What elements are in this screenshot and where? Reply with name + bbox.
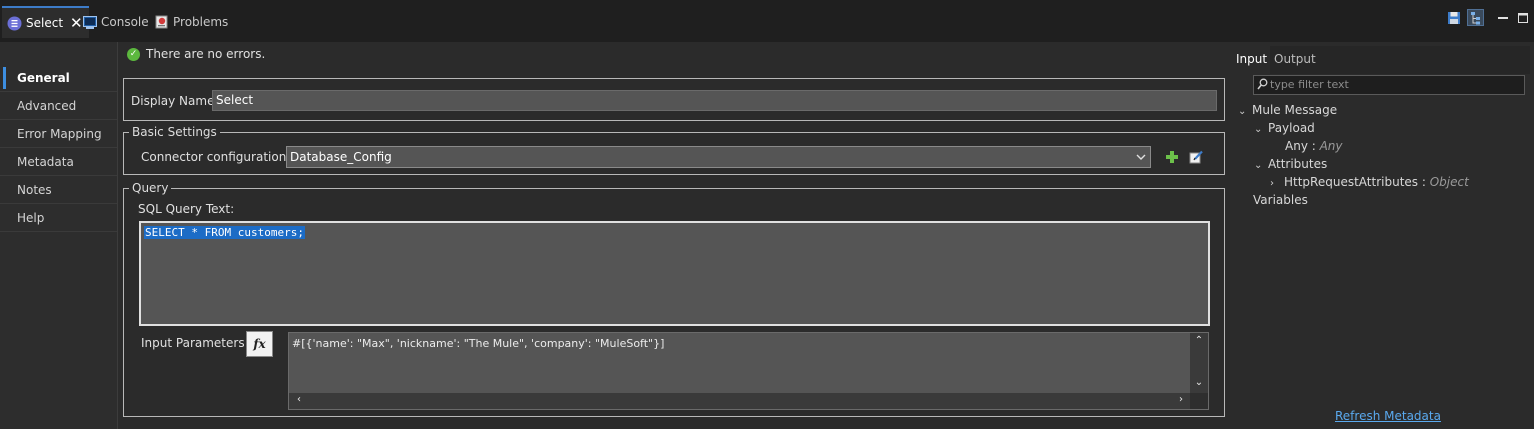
sidebar-item-error-mapping[interactable]: Error Mapping [0,120,117,148]
editor-tab-bar: Select ✕ Console Problems [0,0,1534,42]
sidebar-item-metadata[interactable]: Metadata [0,148,117,176]
tree-item-variables[interactable]: Variables [1253,193,1308,207]
tab-console[interactable]: Console [82,6,149,38]
console-icon [82,15,97,30]
sql-query-label: SQL Query Text: [138,202,235,216]
tree-item-mule-message[interactable]: ⌄ Mule Message [1238,103,1337,117]
basic-settings-title: Basic Settings [129,126,220,138]
input-parameters-label: Input Parameters: [141,336,249,350]
sidebar-item-notes[interactable]: Notes [0,176,117,204]
search-icon [1257,78,1268,93]
scroll-left-icon[interactable]: ‹ [291,394,307,405]
fx-icon: fx [253,337,266,351]
minimize-icon[interactable] [1494,9,1511,26]
save-icon[interactable] [1445,9,1462,26]
query-title: Query [129,182,172,194]
tree-item-http-request-attributes[interactable]: › HttpRequestAttributes : Object [1270,175,1469,189]
chevron-down-icon[interactable]: ⌄ [1238,106,1252,117]
display-name-label: Display Name: [131,94,219,108]
chevron-right-icon[interactable]: › [1270,178,1284,189]
close-icon[interactable]: ✕ [70,14,83,32]
tree-item-attributes[interactable]: ⌄ Attributes [1254,157,1327,171]
vertical-scrollbar[interactable]: ⌃ ⌄ [1190,333,1208,394]
problems-icon [154,15,169,30]
maximize-icon[interactable] [1514,9,1531,26]
sidebar-nav: General Advanced Error Mapping Metadata … [0,42,118,429]
chevron-down-icon[interactable]: ⌄ [1254,124,1268,135]
tab-console-label: Console [101,15,149,29]
refresh-metadata-link[interactable]: Refresh Metadata [1335,409,1441,423]
tab-problems-label: Problems [173,15,229,29]
chevron-down-icon[interactable] [1132,147,1150,167]
tree-item-payload[interactable]: ⌄ Payload [1254,121,1315,135]
edit-config-icon[interactable] [1188,149,1204,165]
validation-status: ✓ There are no errors. [127,47,265,61]
sidebar-item-general[interactable]: General [0,64,117,92]
scroll-right-icon[interactable]: › [1173,394,1189,405]
connector-config-label: Connector configuration: [141,150,291,164]
horizontal-scrollbar[interactable]: ‹ › [289,393,1191,409]
display-name-input[interactable]: Select [212,90,1217,111]
tab-output[interactable]: Output [1274,52,1316,66]
metadata-filter-input[interactable]: type filter text [1253,75,1525,95]
tree-view-icon[interactable] [1467,9,1484,26]
sql-query-text: SELECT * FROM customers; [144,226,305,239]
sql-query-editor[interactable]: SELECT * FROM customers; [139,221,1210,326]
tree-item-any[interactable]: Any : Any [1285,139,1343,153]
fx-expression-button[interactable]: fx [246,331,273,357]
check-circle-icon: ✓ [127,47,140,61]
add-config-icon[interactable] [1164,149,1180,165]
connector-config-select[interactable]: Database_Config [286,146,1151,168]
tab-select-label: Select [26,16,64,30]
sidebar-item-help[interactable]: Help [0,204,117,232]
tab-select[interactable]: Select ✕ [2,6,89,38]
status-message: There are no errors. [146,47,266,61]
input-parameters-value: #[{'name': "Max", 'nickname': "The Mule"… [292,337,665,350]
filter-placeholder: type filter text [1270,78,1349,91]
connector-config-value: Database_Config [290,150,392,164]
tab-problems[interactable]: Problems [154,6,228,38]
scroll-down-icon[interactable]: ⌄ [1191,377,1207,388]
scroll-up-icon[interactable]: ⌃ [1191,335,1207,346]
db-operation-icon [7,16,22,31]
chevron-down-icon[interactable]: ⌄ [1254,160,1268,171]
sidebar-item-advanced[interactable]: Advanced [0,92,117,120]
input-parameters-editor[interactable]: #[{'name': "Max", 'nickname': "The Mule"… [288,332,1209,410]
tab-input[interactable]: Input [1236,52,1267,66]
